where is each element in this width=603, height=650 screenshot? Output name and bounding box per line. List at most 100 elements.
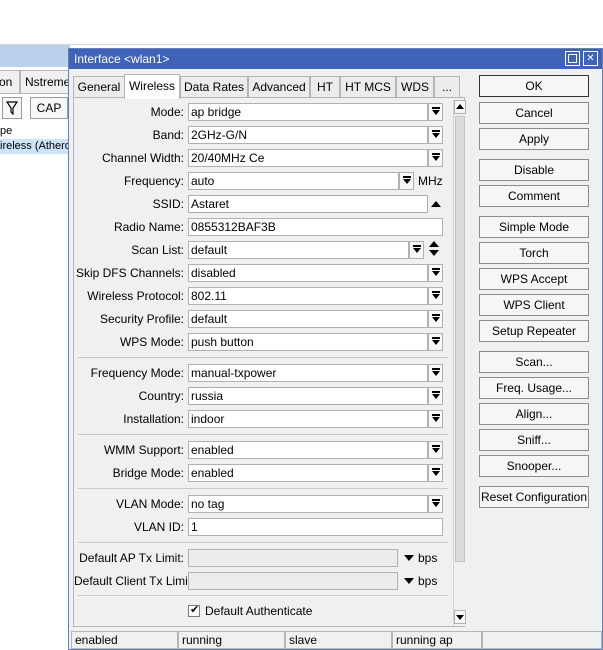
scan-list-up-icon[interactable]: [429, 241, 439, 247]
scan-list-label: Scan List:: [131, 243, 184, 257]
wps-mode-select[interactable]: push button: [188, 333, 428, 351]
dialog-title: Interface <wlan1>: [74, 52, 170, 66]
tab-advanced[interactable]: Advanced: [248, 76, 310, 98]
disable-button[interactable]: Disable: [479, 159, 589, 181]
frequency-mode-dropdown-button[interactable]: [428, 364, 443, 382]
scroll-up-button[interactable]: [454, 100, 466, 114]
status-enabled: enabled: [71, 631, 178, 649]
frequency-unit: MHz: [418, 174, 443, 188]
tab-ht-mcs[interactable]: HT MCS: [340, 76, 396, 98]
frequency-dropdown-button[interactable]: [399, 172, 414, 190]
panel-scrollbar[interactable]: [453, 100, 466, 626]
ok-button[interactable]: OK: [479, 75, 589, 97]
section-divider: [78, 488, 448, 489]
radio-name-input[interactable]: 0855312BAF3B: [188, 218, 443, 236]
collapse-arrow-icon[interactable]: [431, 201, 441, 207]
country-select[interactable]: russia: [188, 387, 428, 405]
channel-width-select[interactable]: 20/40MHz Ce: [188, 149, 428, 167]
channel-width-dropdown-button[interactable]: [428, 149, 443, 167]
frequency-mode-select[interactable]: manual-txpower: [188, 364, 428, 382]
vlan-mode-select[interactable]: no tag: [188, 495, 428, 513]
reset-configuration-button[interactable]: Reset Configuration: [479, 486, 589, 508]
frequency-select[interactable]: auto: [188, 172, 399, 190]
sniff-button[interactable]: Sniff...: [479, 429, 589, 451]
maximize-button[interactable]: [565, 51, 580, 66]
security-profile-dropdown-button[interactable]: [428, 310, 443, 328]
chevron-down-icon: [432, 294, 440, 299]
default-ap-tx-limit-label: Default AP Tx Limit:: [79, 551, 184, 565]
band-dropdown-button[interactable]: [428, 126, 443, 144]
mode-dropdown-button[interactable]: [428, 103, 443, 121]
default-ap-tx-limit-expand-icon[interactable]: [404, 555, 414, 561]
channel-width-label: Channel Width:: [101, 151, 184, 165]
chevron-down-icon: [413, 248, 421, 253]
vlan-id-input[interactable]: 1: [188, 518, 443, 536]
setup-repeater-button[interactable]: Setup Repeater: [479, 320, 589, 342]
close-button[interactable]: ✕: [583, 51, 598, 66]
installation-dropdown-button[interactable]: [428, 410, 443, 428]
mode-select[interactable]: ap bridge: [188, 103, 428, 121]
maximize-icon: [568, 54, 577, 63]
checkmark-icon: ✔: [190, 604, 200, 616]
scroll-down-button[interactable]: [454, 610, 466, 624]
ssid-label: SSID:: [152, 197, 184, 211]
wmm-support-select[interactable]: enabled: [188, 441, 428, 459]
dialog-tabs: General Wireless Data Rates Advanced HT …: [73, 74, 473, 99]
filter-button[interactable]: [2, 97, 22, 119]
torch-button[interactable]: Torch: [479, 242, 589, 264]
default-client-tx-limit-expand-icon[interactable]: [404, 578, 414, 584]
bg-tab-on[interactable]: on: [0, 70, 20, 94]
vlan-mode-dropdown-button[interactable]: [428, 495, 443, 513]
dialog-titlebar[interactable]: Interface <wlan1> ✕: [69, 49, 602, 69]
wireless-protocol-select[interactable]: 802.11: [188, 287, 428, 305]
skip-dfs-label: Skip DFS Channels:: [75, 266, 184, 280]
scroll-thumb[interactable]: [455, 116, 465, 562]
tab-general[interactable]: General: [73, 76, 125, 98]
installation-select[interactable]: indoor: [188, 410, 428, 428]
wps-accept-button[interactable]: WPS Accept: [479, 268, 589, 290]
scan-list-down-icon[interactable]: [429, 250, 439, 256]
cancel-button[interactable]: Cancel: [479, 102, 589, 124]
scan-list-select[interactable]: default: [188, 241, 409, 259]
snooper-button[interactable]: Snooper...: [479, 455, 589, 477]
align-button[interactable]: Align...: [479, 403, 589, 425]
background-table-row[interactable]: ireless (Atheros: [0, 139, 70, 154]
wps-mode-label: WPS Mode:: [119, 335, 184, 349]
country-dropdown-button[interactable]: [428, 387, 443, 405]
apply-button[interactable]: Apply: [479, 128, 589, 150]
freq-usage-button[interactable]: Freq. Usage...: [479, 377, 589, 399]
status-running: running: [178, 631, 285, 649]
wmm-support-dropdown-button[interactable]: [428, 441, 443, 459]
default-client-tx-limit-unit: bps: [418, 574, 438, 588]
background-window-titlebar: [0, 45, 70, 67]
bridge-mode-select[interactable]: enabled: [188, 464, 428, 482]
tab-wireless[interactable]: Wireless: [124, 74, 180, 99]
skip-dfs-select[interactable]: disabled: [188, 264, 428, 282]
wps-client-button[interactable]: WPS Client: [479, 294, 589, 316]
cap-button[interactable]: CAP: [30, 97, 68, 119]
tab-wds[interactable]: WDS: [396, 76, 434, 98]
default-ap-tx-limit-input[interactable]: [188, 549, 398, 567]
comment-button[interactable]: Comment: [479, 185, 589, 207]
scan-button[interactable]: Scan...: [479, 351, 589, 373]
skip-dfs-dropdown-button[interactable]: [428, 264, 443, 282]
tab-more[interactable]: ...: [434, 76, 460, 98]
bg-tab-nstreme[interactable]: Nstreme: [20, 70, 72, 94]
default-client-tx-limit-input[interactable]: [188, 572, 398, 590]
scan-list-dropdown-button[interactable]: [409, 241, 424, 259]
wps-mode-dropdown-button[interactable]: [428, 333, 443, 351]
tab-ht[interactable]: HT: [310, 76, 340, 98]
mode-label: Mode:: [150, 105, 184, 119]
status-running-ap: running ap: [392, 631, 482, 649]
default-client-tx-limit-label: Default Client Tx Limit:: [74, 574, 195, 588]
simple-mode-button[interactable]: Simple Mode: [479, 216, 589, 238]
security-profile-select[interactable]: default: [188, 310, 428, 328]
band-select[interactable]: 2GHz-G/N: [188, 126, 428, 144]
band-label: Band:: [152, 128, 184, 142]
ssid-input[interactable]: Astaret: [188, 195, 428, 213]
bridge-mode-dropdown-button[interactable]: [428, 464, 443, 482]
wireless-protocol-dropdown-button[interactable]: [428, 287, 443, 305]
tab-data-rates[interactable]: Data Rates: [180, 76, 248, 98]
default-authenticate-checkbox[interactable]: ✔: [188, 604, 200, 617]
default-ap-tx-limit-unit: bps: [418, 551, 438, 565]
